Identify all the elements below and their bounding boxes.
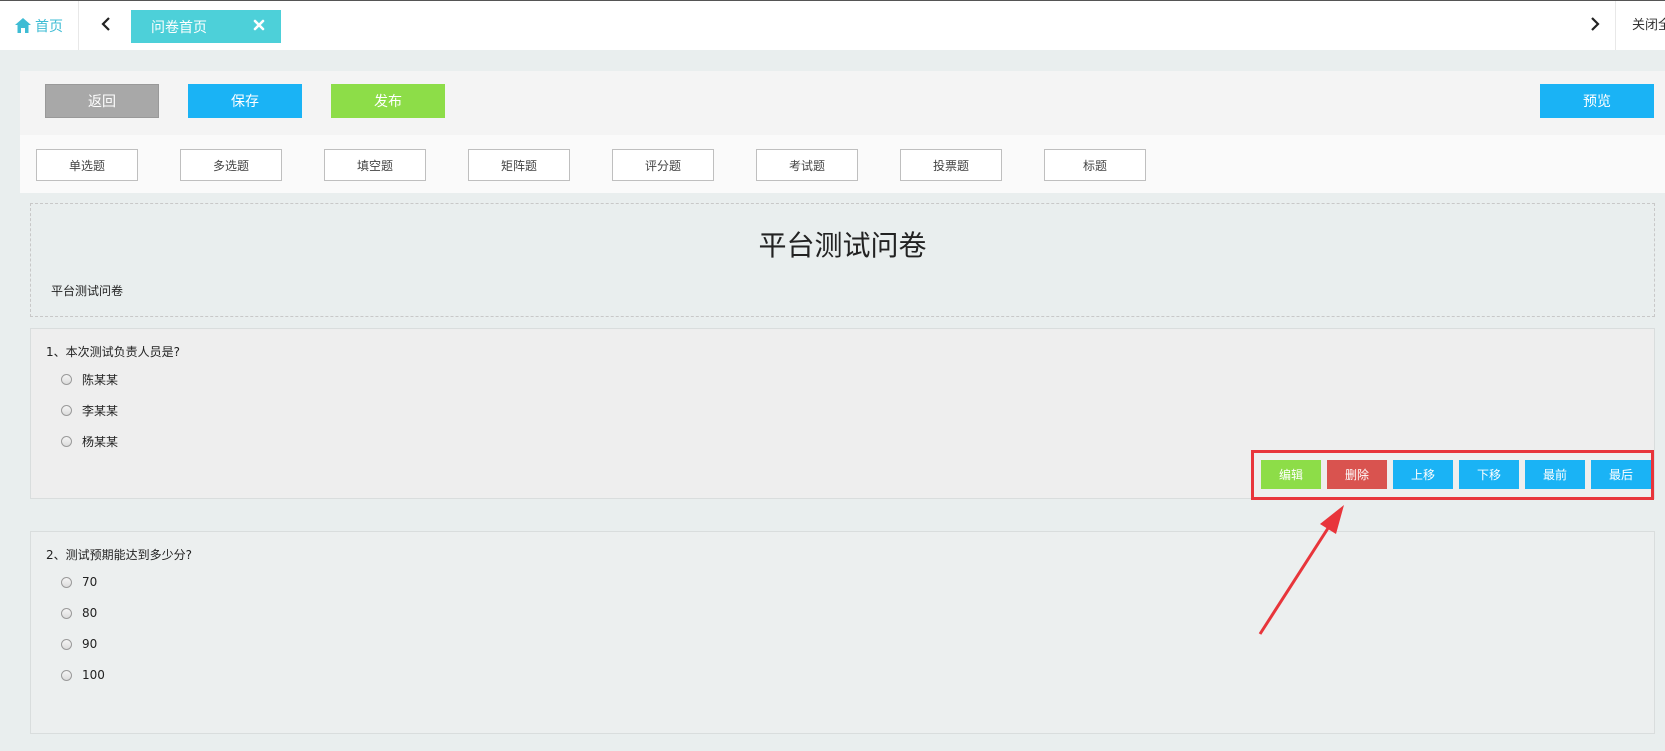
- chevron-left-icon: [101, 17, 111, 34]
- option-label: 70: [82, 575, 98, 589]
- radio-button[interactable]: [61, 576, 72, 588]
- add-heading-button[interactable]: 标题: [1044, 149, 1146, 181]
- question-actions: 编辑 删除 上移 下移 最前 最后: [1251, 450, 1654, 500]
- save-button[interactable]: 保存: [188, 84, 302, 118]
- option-item[interactable]: 李某某: [61, 400, 118, 420]
- close-icon[interactable]: [252, 18, 266, 32]
- home-label: 首页: [35, 18, 63, 35]
- move-down-button[interactable]: 下移: [1459, 460, 1519, 489]
- question-title: 2、测试预期能达到多少分?: [46, 548, 193, 562]
- add-exam-button[interactable]: 考试题: [756, 149, 858, 181]
- move-first-button[interactable]: 最前: [1525, 460, 1585, 489]
- survey-description: 平台测试问卷: [51, 284, 124, 298]
- chevron-right-icon: [1590, 17, 1600, 34]
- edit-button[interactable]: 编辑: [1261, 460, 1321, 489]
- radio-button[interactable]: [61, 435, 72, 447]
- option-item[interactable]: 100: [61, 665, 105, 685]
- publish-button[interactable]: 发布: [331, 84, 445, 118]
- survey-header[interactable]: 平台测试问卷 平台测试问卷: [30, 203, 1655, 317]
- option-label: 100: [82, 668, 105, 682]
- back-button[interactable]: 返回: [45, 84, 159, 118]
- add-rating-button[interactable]: 评分题: [612, 149, 714, 181]
- question-title: 1、本次测试负责人员是?: [46, 345, 181, 359]
- home-icon: [15, 18, 31, 33]
- option-label: 李某某: [82, 403, 119, 418]
- home-link[interactable]: 首页: [0, 1, 79, 50]
- top-bar: 首页 问卷首页 关闭全部: [0, 0, 1665, 50]
- radio-button[interactable]: [61, 373, 72, 385]
- action-toolbar: 返回 保存 发布 预览: [20, 71, 1665, 135]
- radio-button[interactable]: [61, 607, 72, 619]
- option-item[interactable]: 90: [61, 634, 97, 654]
- preview-button[interactable]: 预览: [1540, 84, 1654, 118]
- question-card[interactable]: 2、测试预期能达到多少分? 70 80 90 100: [30, 531, 1655, 734]
- tab-prev-button[interactable]: [86, 1, 126, 50]
- option-label: 杨某某: [82, 434, 119, 449]
- radio-button[interactable]: [61, 404, 72, 416]
- question-type-bar: 单选题 多选题 填空题 矩阵题 评分题 考试题 投票题 标题: [20, 135, 1665, 193]
- tab-label: 问卷首页: [151, 19, 207, 36]
- survey-title: 平台测试问卷: [758, 229, 927, 262]
- tab-survey-home[interactable]: 问卷首页: [131, 10, 281, 43]
- option-label: 80: [82, 606, 98, 620]
- move-up-button[interactable]: 上移: [1393, 460, 1453, 489]
- tab-next-button[interactable]: [1575, 1, 1616, 50]
- option-item[interactable]: 杨某某: [61, 431, 118, 451]
- option-item[interactable]: 陈某某: [61, 369, 118, 389]
- annotation-arrow-icon: [1258, 505, 1344, 635]
- radio-button[interactable]: [61, 638, 72, 650]
- close-all-tabs-button[interactable]: 关闭全部: [1632, 1, 1665, 50]
- option-label: 90: [82, 637, 98, 651]
- option-item[interactable]: 70: [61, 572, 97, 592]
- move-last-button[interactable]: 最后: [1591, 460, 1651, 489]
- delete-button[interactable]: 删除: [1327, 460, 1387, 489]
- option-label: 陈某某: [82, 372, 119, 387]
- add-multiple-choice-button[interactable]: 多选题: [180, 149, 282, 181]
- add-single-choice-button[interactable]: 单选题: [36, 149, 138, 181]
- add-matrix-button[interactable]: 矩阵题: [468, 149, 570, 181]
- add-fill-blank-button[interactable]: 填空题: [324, 149, 426, 181]
- option-item[interactable]: 80: [61, 603, 97, 623]
- radio-button[interactable]: [61, 669, 72, 681]
- add-vote-button[interactable]: 投票题: [900, 149, 1002, 181]
- question-card[interactable]: 1、本次测试负责人员是? 陈某某 李某某 杨某某 编辑 删除 上移 下移 最前 …: [30, 328, 1655, 500]
